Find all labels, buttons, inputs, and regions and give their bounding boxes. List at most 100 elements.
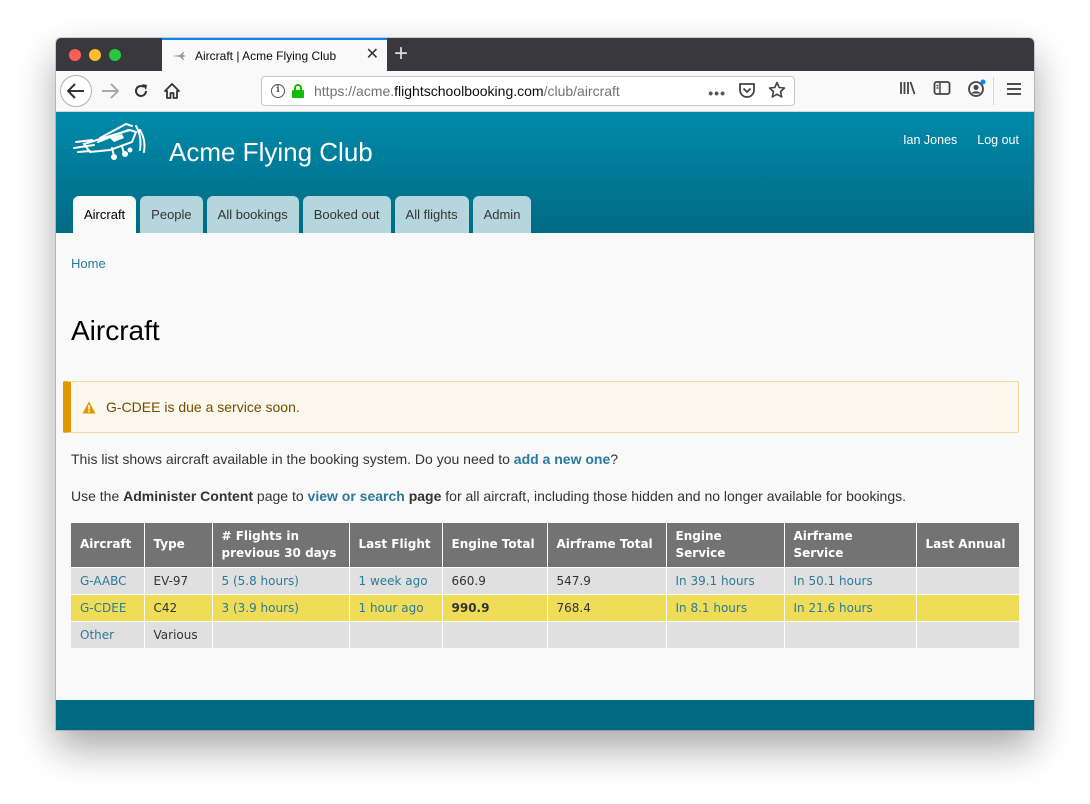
col-airframe-service[interactable]: Airframe Service bbox=[784, 523, 917, 567]
table-row: G-AABC EV-97 5 (5.8 hours) 1 week ago 66… bbox=[71, 566, 1019, 594]
last-flight-link[interactable]: 1 hour ago bbox=[359, 601, 424, 615]
cell-engine-total: 660.9 bbox=[442, 566, 548, 594]
aircraft-table: Aircraft Type # Flights in previous 30 d… bbox=[71, 523, 1019, 648]
cell-aircraft: G-AABC bbox=[71, 566, 145, 594]
cell-flights bbox=[212, 620, 350, 648]
last-flight-link[interactable]: 1 week ago bbox=[359, 574, 428, 588]
engine-service-link[interactable]: In 8.1 hours bbox=[676, 601, 748, 615]
page-title: Aircraft bbox=[71, 315, 160, 346]
cell-type: C42 bbox=[144, 593, 213, 621]
reload-button[interactable] bbox=[129, 77, 153, 105]
nav-tab-all-flights[interactable]: All flights bbox=[394, 196, 469, 233]
flights-link[interactable]: 5 (5.8 hours) bbox=[222, 574, 299, 588]
col-last-flight[interactable]: Last Flight bbox=[349, 523, 443, 567]
col-airframe-total[interactable]: Airframe Total bbox=[547, 523, 667, 567]
logout-link[interactable]: Log out bbox=[977, 133, 1019, 147]
zoom-window-button[interactable] bbox=[109, 49, 121, 61]
browser-window: Aircraft | Acme Flying Club ✕ + i https:… bbox=[56, 38, 1034, 730]
site-header: Acme Flying Club Ian Jones Log out Aircr… bbox=[56, 112, 1034, 233]
cell-aircraft: G-CDEE bbox=[71, 593, 145, 621]
cell-airframe-total: 768.4 bbox=[547, 593, 667, 621]
library-icon[interactable] bbox=[899, 79, 917, 102]
warning-icon bbox=[82, 401, 96, 414]
cell-airframe-total bbox=[547, 620, 667, 648]
intro-paragraph: This list shows aircraft available in th… bbox=[71, 451, 619, 467]
aircraft-link[interactable]: G-CDEE bbox=[80, 601, 126, 615]
aircraft-link[interactable]: Other bbox=[80, 628, 114, 642]
col-engine-service[interactable]: Engine Service bbox=[666, 523, 785, 567]
minimize-window-button[interactable] bbox=[89, 49, 101, 61]
alert-message: G-CDEE is due a service soon. bbox=[106, 399, 300, 415]
table-row-highlighted: G-CDEE C42 3 (3.9 hours) 1 hour ago 990.… bbox=[71, 593, 1019, 621]
cell-last-annual bbox=[916, 566, 1019, 594]
airframe-service-link[interactable]: In 21.6 hours bbox=[794, 601, 873, 615]
breadcrumb-home[interactable]: Home bbox=[71, 256, 106, 271]
address-bar[interactable]: i https://acme.flightschoolbooking.com/c… bbox=[261, 76, 795, 106]
forward-button[interactable] bbox=[98, 77, 122, 105]
engine-service-link[interactable]: In 39.1 hours bbox=[676, 574, 755, 588]
navigation-toolbar: i https://acme.flightschoolbooking.com/c… bbox=[56, 71, 1034, 112]
cell-last-flight: 1 hour ago bbox=[349, 593, 443, 621]
close-window-button[interactable] bbox=[69, 49, 81, 61]
cell-airframe-total: 547.9 bbox=[547, 566, 667, 594]
cell-airframe-service: In 50.1 hours bbox=[784, 566, 917, 594]
table-header-row: Aircraft Type # Flights in previous 30 d… bbox=[71, 523, 1019, 567]
site-name[interactable]: Acme Flying Club bbox=[169, 137, 373, 168]
browser-tab-active[interactable]: Aircraft | Acme Flying Club ✕ bbox=[162, 38, 387, 71]
main-content: Home Aircraft G-CDEE is due a service so… bbox=[56, 233, 1034, 700]
plane-favicon-icon bbox=[171, 51, 187, 61]
nav-tab-booked-out[interactable]: Booked out bbox=[302, 196, 391, 233]
col-type[interactable]: Type bbox=[144, 523, 213, 567]
airframe-service-link[interactable]: In 50.1 hours bbox=[794, 574, 873, 588]
col-aircraft[interactable]: Aircraft bbox=[71, 523, 145, 567]
cell-type: Various bbox=[144, 620, 213, 648]
site-footer bbox=[56, 700, 1034, 730]
sidebar-icon[interactable] bbox=[933, 79, 951, 102]
add-aircraft-link[interactable]: add a new one bbox=[514, 451, 610, 467]
admin-paragraph: Use the Administer Content page to view … bbox=[71, 488, 907, 504]
back-button[interactable] bbox=[60, 75, 92, 107]
arrow-left-icon bbox=[67, 83, 84, 99]
table-row: Other Various bbox=[71, 620, 1019, 648]
more-dots-icon[interactable]: ••• bbox=[708, 85, 726, 101]
plane-logo-icon[interactable] bbox=[70, 122, 152, 166]
tab-title: Aircraft | Acme Flying Club bbox=[195, 48, 337, 63]
aircraft-link[interactable]: G-AABC bbox=[80, 574, 127, 588]
arrow-right-icon bbox=[102, 83, 119, 99]
tab-strip: Aircraft | Acme Flying Club ✕ + bbox=[56, 38, 1034, 71]
info-icon[interactable]: i bbox=[271, 84, 285, 98]
user-profile-link[interactable]: Ian Jones bbox=[903, 133, 957, 147]
toolbar-separator bbox=[993, 77, 994, 105]
cell-engine-service: In 8.1 hours bbox=[666, 593, 785, 621]
cell-engine-total: 990.9 bbox=[442, 593, 548, 621]
cell-last-annual bbox=[916, 620, 1019, 648]
close-tab-icon[interactable]: ✕ bbox=[366, 46, 379, 64]
cell-last-flight bbox=[349, 620, 443, 648]
cell-last-annual bbox=[916, 593, 1019, 621]
cell-airframe-service bbox=[784, 620, 917, 648]
cell-flights: 5 (5.8 hours) bbox=[212, 566, 350, 594]
reload-icon bbox=[135, 84, 147, 97]
primary-nav: Aircraft People All bookings Booked out … bbox=[73, 196, 532, 233]
nav-tab-admin[interactable]: Admin bbox=[472, 196, 532, 233]
cell-type: EV-97 bbox=[144, 566, 213, 594]
star-icon[interactable] bbox=[768, 81, 786, 104]
lock-icon[interactable] bbox=[292, 84, 304, 98]
url-text[interactable]: https://acme.flightschoolbooking.com/clu… bbox=[314, 83, 620, 99]
nav-tab-people[interactable]: People bbox=[140, 196, 203, 233]
col-flights-30-days[interactable]: # Flights in previous 30 days bbox=[212, 523, 350, 567]
hamburger-menu-icon[interactable] bbox=[1006, 80, 1022, 100]
view-or-search-link[interactable]: view or search bbox=[308, 488, 405, 504]
home-button[interactable] bbox=[160, 77, 184, 105]
new-tab-button[interactable]: + bbox=[394, 41, 408, 67]
nav-tab-aircraft[interactable]: Aircraft bbox=[73, 196, 137, 233]
cell-engine-service bbox=[666, 620, 785, 648]
home-icon bbox=[164, 83, 180, 99]
col-engine-total[interactable]: Engine Total bbox=[442, 523, 548, 567]
col-last-annual[interactable]: Last Annual bbox=[916, 523, 1019, 567]
cell-last-flight: 1 week ago bbox=[349, 566, 443, 594]
account-icon[interactable] bbox=[967, 79, 987, 102]
flights-link[interactable]: 3 (3.9 hours) bbox=[222, 601, 299, 615]
pocket-icon[interactable] bbox=[738, 82, 756, 103]
nav-tab-all-bookings[interactable]: All bookings bbox=[206, 196, 299, 233]
